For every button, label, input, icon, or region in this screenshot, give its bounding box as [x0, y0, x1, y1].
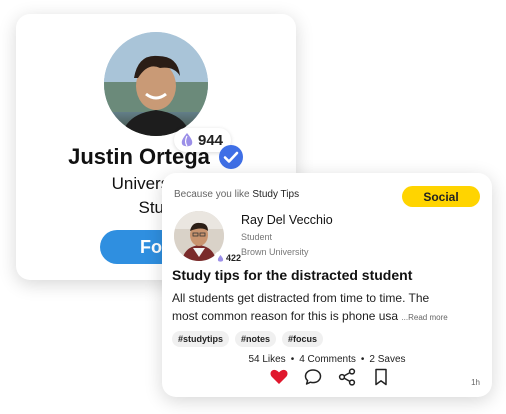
- post-stats: 54 Likes • 4 Comments • 2 Saves: [162, 354, 492, 365]
- author-school: Brown University: [241, 247, 309, 257]
- post-actions: [270, 368, 390, 386]
- comments-count[interactable]: 4 Comments: [299, 354, 356, 365]
- hashtag[interactable]: #notes: [235, 331, 277, 347]
- separator-dot: •: [290, 354, 295, 365]
- post-body-line: most common reason for this is phone usa: [172, 309, 399, 323]
- separator-dot: •: [360, 354, 365, 365]
- author-karma-count: 422: [226, 253, 242, 263]
- author-name[interactable]: Ray Del Vecchio: [241, 213, 333, 227]
- post-body-line-2: most common reason for this is phone usa…: [172, 307, 484, 327]
- hashtag[interactable]: #studytips: [172, 331, 230, 347]
- post-body-line: All students get distracted from time to…: [172, 291, 430, 305]
- recommendation-reason: Because you like Study Tips: [174, 189, 299, 200]
- profile-avatar-wrap: 944: [104, 32, 232, 152]
- post-card[interactable]: Because you like Study Tips Social 422 R…: [162, 173, 492, 397]
- because-prefix: Because you like: [174, 189, 250, 200]
- profile-name-row: Justin Ortega: [16, 144, 296, 170]
- profile-avatar[interactable]: [104, 32, 208, 136]
- heart-icon: [270, 369, 288, 384]
- comment-button[interactable]: [304, 368, 322, 386]
- saves-count[interactable]: 2 Saves: [369, 354, 405, 365]
- read-more-link[interactable]: ...Read more: [401, 313, 447, 322]
- share-icon: [338, 368, 356, 386]
- like-button[interactable]: [270, 368, 288, 386]
- post-body: All students get distracted from time to…: [172, 289, 484, 327]
- post-title[interactable]: Study tips for the distracted student: [172, 267, 412, 283]
- profile-avatar-image: [104, 32, 208, 136]
- because-topic[interactable]: Study Tips: [252, 189, 299, 200]
- post-timestamp: 1h: [471, 378, 480, 387]
- bookmark-icon: [375, 368, 387, 386]
- category-tag[interactable]: Social: [402, 186, 480, 207]
- profile-name: Justin Ortega: [68, 144, 210, 169]
- save-button[interactable]: [372, 368, 390, 386]
- author-role: Student: [241, 232, 273, 242]
- share-button[interactable]: [338, 368, 356, 386]
- karma-drop-icon: [217, 254, 224, 262]
- hashtag-list: #studytips #notes #focus: [172, 331, 324, 347]
- comment-icon: [304, 369, 322, 385]
- author-karma-badge: 422: [214, 251, 245, 265]
- verified-badge-icon: [218, 145, 243, 169]
- hashtag[interactable]: #focus: [282, 331, 324, 347]
- likes-count[interactable]: 54 Likes: [248, 354, 285, 365]
